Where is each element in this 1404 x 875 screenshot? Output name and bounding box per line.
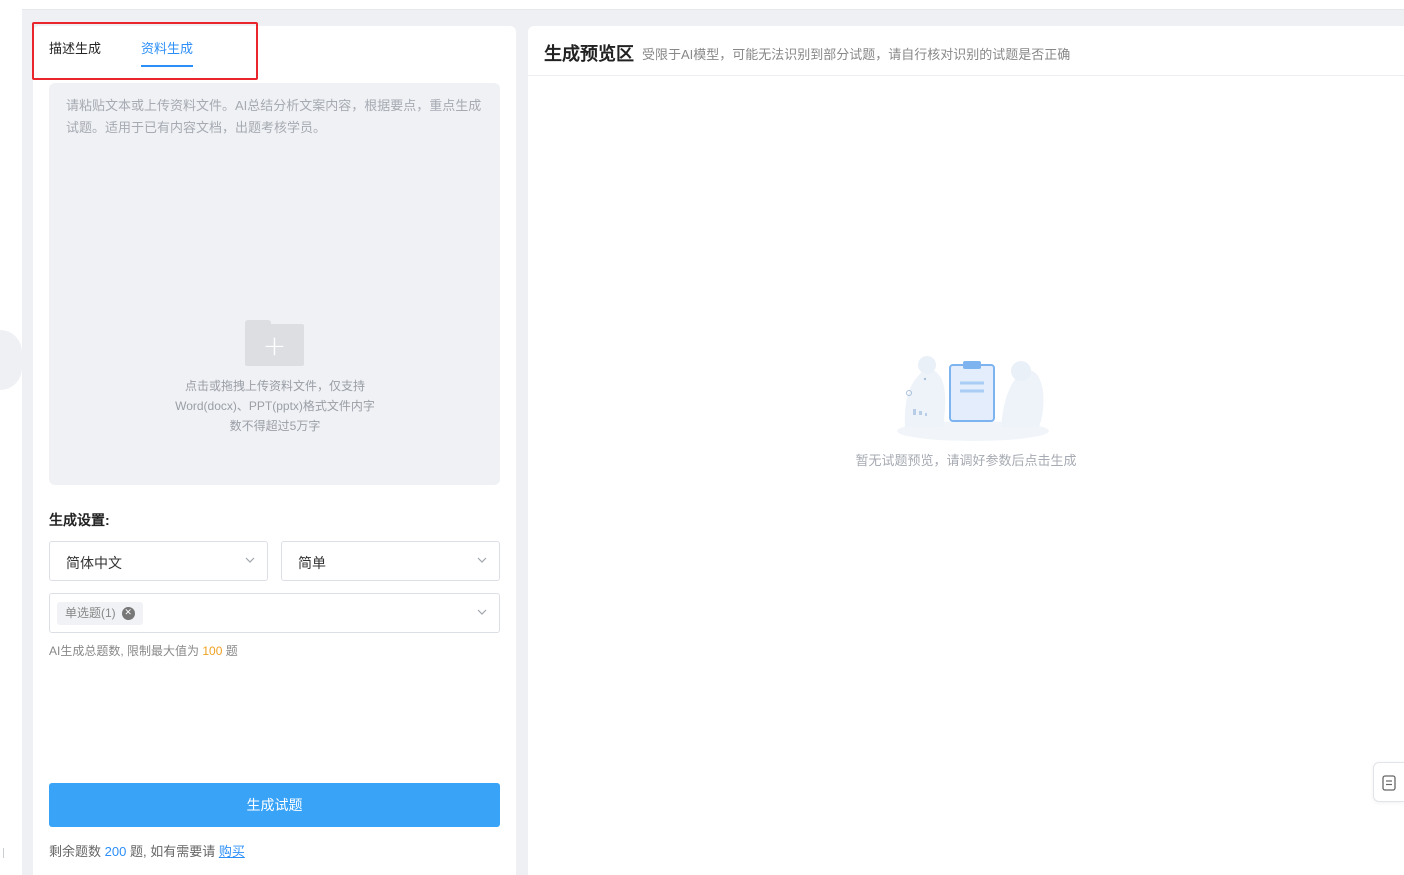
difficulty-select[interactable]: 简单 [281, 541, 500, 581]
question-type-tag: 单选题(1) ✕ [57, 602, 143, 625]
tab-material-generate[interactable]: 资料生成 [141, 40, 194, 70]
document-icon [1382, 775, 1396, 791]
preview-panel: 生成预览区 受限于AI模型，可能无法识别到部分试题，请自行核对识别的试题是否正确… [528, 26, 1404, 875]
upload-hint-line: 点击或拖拽上传资料文件，仅支持 [184, 379, 365, 393]
question-type-select[interactable]: 单选题(1) ✕ [49, 593, 500, 633]
language-select[interactable]: 简体中文 [49, 541, 268, 581]
empty-preview-text: 暂无试题预览，请调好参数后点击生成 [855, 453, 1077, 468]
tab-description-generate[interactable]: 描述生成 [49, 40, 101, 70]
edge-marker [0, 848, 4, 858]
remaining-value: 200 [104, 844, 127, 859]
limit-note: AI生成总题数, 限制最大值为 100 题 [49, 642, 238, 659]
sidebar-collapse-notch[interactable] [0, 330, 22, 390]
upload-description[interactable]: 请粘贴文本或上传资料文件。AI总结分析文案内容，根据要点，重点生成试题。适用于已… [66, 95, 486, 139]
language-value: 简体中文 [66, 555, 122, 571]
chevron-down-icon [477, 557, 487, 563]
chevron-down-icon [477, 609, 487, 615]
folder-upload-icon[interactable]: + [245, 320, 305, 366]
sidebar-edge [0, 0, 22, 875]
mode-tabs: 描述生成 资料生成 [49, 40, 233, 70]
upload-dropzone[interactable]: 请粘贴文本或上传资料文件。AI总结分析文案内容，根据要点，重点生成试题。适用于已… [49, 83, 500, 485]
tag-close-icon[interactable]: ✕ [121, 607, 135, 620]
preview-subtitle: 受限于AI模型，可能无法识别到部分试题，请自行核对识别的试题是否正确 [642, 47, 1071, 62]
limit-prefix: AI生成总题数, 限制最大值为 [49, 644, 200, 658]
buy-link[interactable]: 购买 [219, 844, 245, 859]
generate-questions-button[interactable]: 生成试题 [49, 783, 500, 827]
remaining-middle: 题, 如有需要请 [129, 844, 216, 859]
limit-value: 100 [202, 644, 223, 658]
generation-panel: 描述生成 资料生成 请粘贴文本或上传资料文件。AI总结分析文案内容，根据要点，重… [32, 22, 516, 875]
remaining-prefix: 剩余题数 [49, 844, 102, 859]
upload-hint: 点击或拖拽上传资料文件，仅支持 Word(docx)、PPT(pptx)格式文件… [144, 376, 406, 436]
settings-label: 生成设置: [49, 512, 110, 528]
preview-title: 生成预览区 [544, 44, 634, 64]
upload-hint-line: 数不得超过5万字 [229, 419, 321, 433]
document-float-button[interactable] [1373, 762, 1404, 802]
preview-header: 生成预览区 受限于AI模型，可能无法识别到部分试题，请自行核对识别的试题是否正确 [528, 26, 1404, 76]
empty-clipboard-illustration [897, 356, 1049, 441]
top-bar [22, 0, 1404, 10]
difficulty-value: 简单 [298, 555, 326, 571]
remaining-count: 剩余题数 200 题, 如有需要请 购买 [49, 841, 245, 860]
chevron-down-icon [245, 557, 255, 563]
question-type-tag-label: 单选题(1) [65, 606, 116, 620]
upload-hint-line: Word(docx)、PPT(pptx)格式文件内字 [175, 399, 375, 413]
limit-suffix: 题 [225, 644, 238, 658]
